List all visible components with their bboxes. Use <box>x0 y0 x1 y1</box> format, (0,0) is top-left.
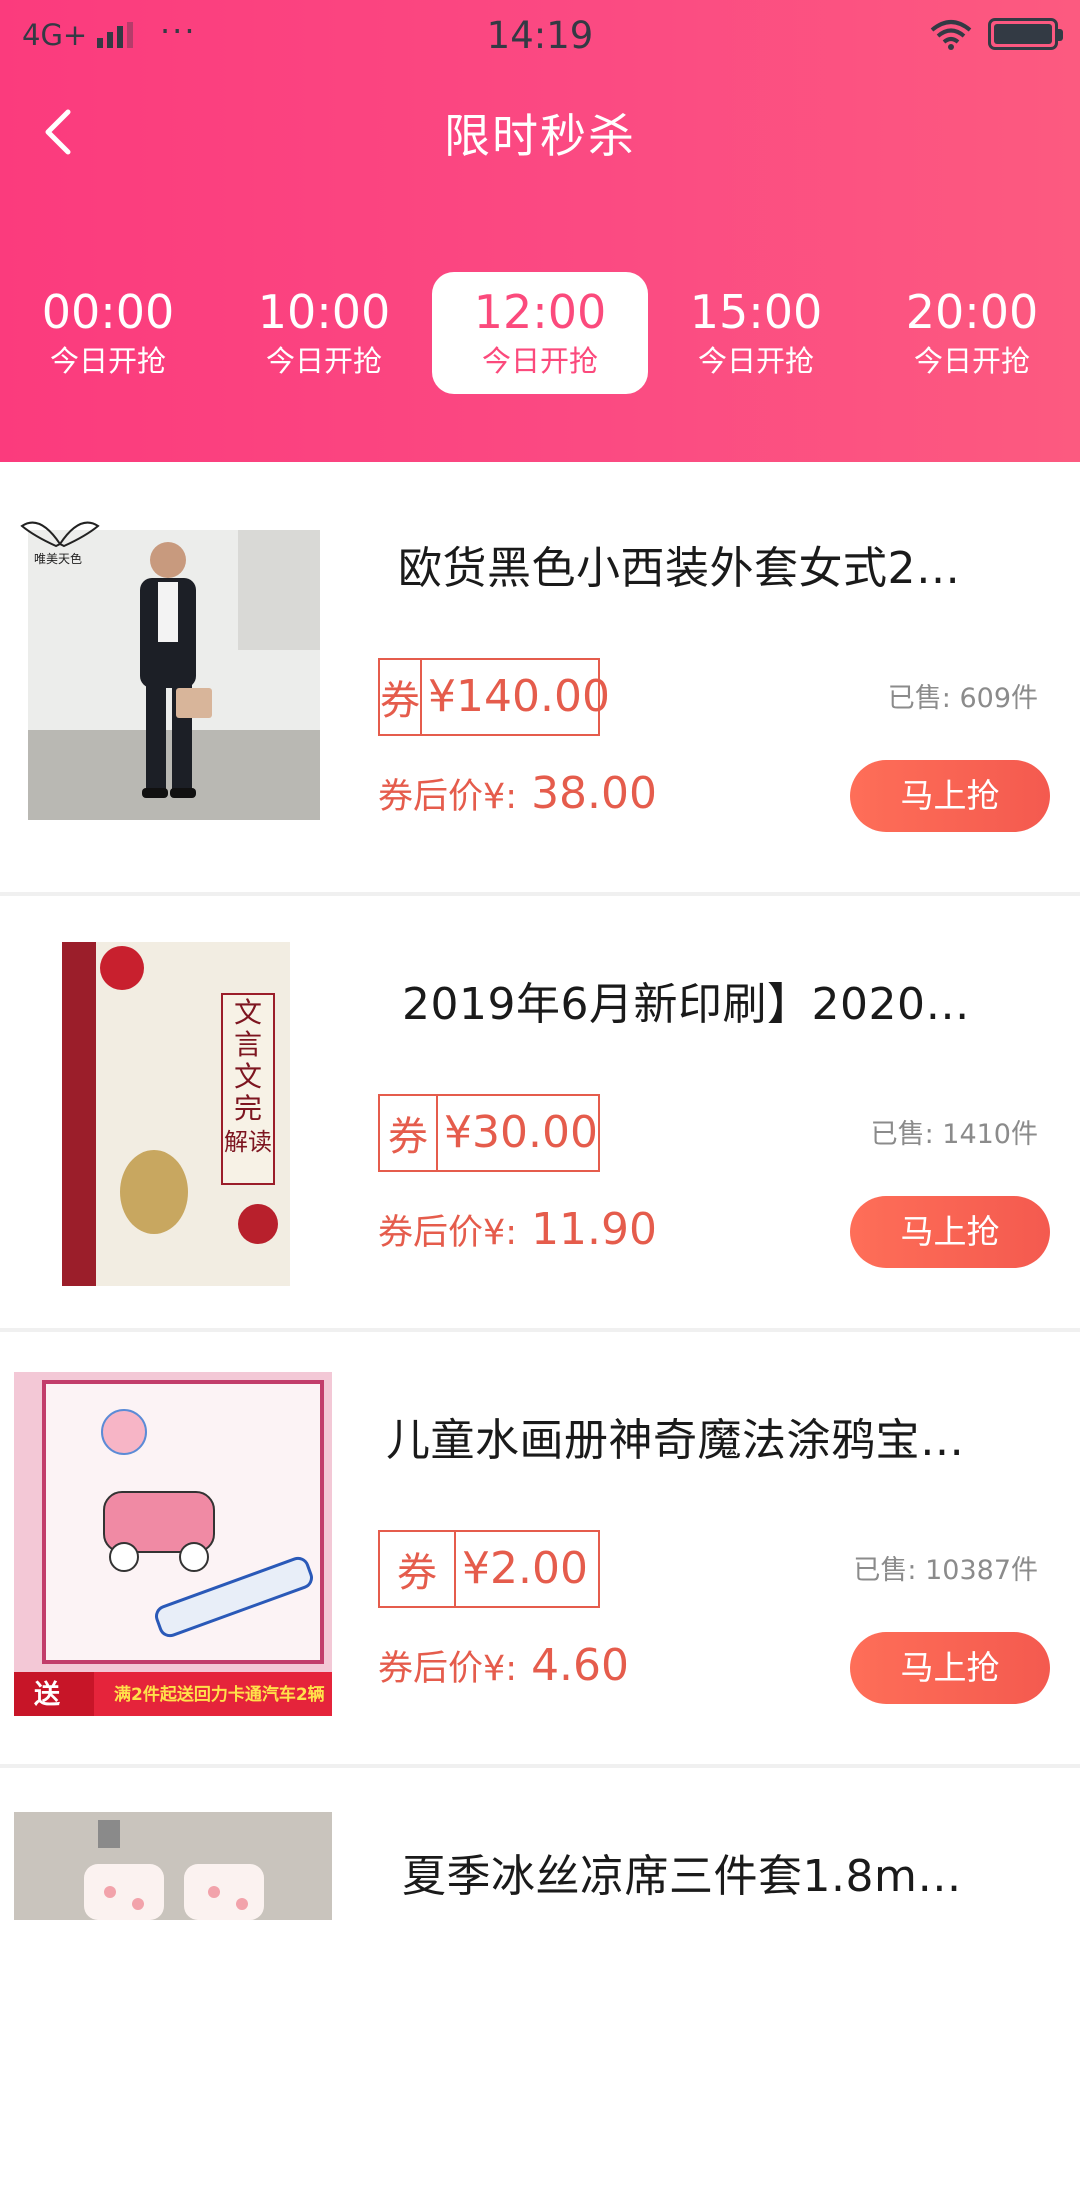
tab-slot-0000[interactable]: 00:00 今日开抢 <box>0 272 216 394</box>
product-item[interactable]: 送 满2件起送回力卡通汽车2辆 儿童水画册神奇魔法涂鸦宝… 券 ¥2.00 已售… <box>0 1334 1080 1768</box>
gift-badge: 送 <box>34 1680 61 1710</box>
wings-icon <box>20 521 100 548</box>
after-price-label: 券后价¥: <box>378 1213 518 1253</box>
svg-text:文: 文 <box>234 1060 262 1093</box>
sold-count: 已售: 1410件 <box>870 1119 1038 1150</box>
status-icons <box>930 18 1063 50</box>
time-slot-tabs: 00:00 今日开抢 10:00 今日开抢 12:00 今日开抢 15:00 今… <box>0 272 1080 394</box>
product-image[interactable] <box>14 1812 332 1920</box>
sold-count: 已售: 10387件 <box>853 1555 1038 1586</box>
after-price-value: 38.00 <box>531 768 658 819</box>
clock: 14:19 <box>486 14 594 57</box>
header: 4G+ ··· 14:19 限时秒杀 00:00 今日开抢 10:00 今日开抢… <box>0 0 1080 462</box>
gift-banner: 满2件起送回力卡通汽车2辆 <box>114 1685 325 1705</box>
buy-now-button[interactable]: 马上抢 <box>850 1632 1050 1704</box>
slot-status: 今日开抢 <box>481 344 598 378</box>
product-name[interactable]: 2019年6月新印刷】2020… <box>402 968 970 1032</box>
brand-text: 唯美天色 <box>34 552 83 566</box>
after-coupon-price: 券后价¥: 38.00 <box>378 768 657 819</box>
slot-time: 15:00 <box>689 285 823 339</box>
page-title: 限时秒杀 <box>444 109 636 163</box>
tab-slot-2000[interactable]: 20:00 今日开抢 <box>864 272 1080 394</box>
coupon-amount: ¥2.00 <box>462 1543 588 1594</box>
svg-text:解读: 解读 <box>224 1128 272 1156</box>
after-coupon-price: 券后价¥: 11.90 <box>378 1204 657 1255</box>
product-name[interactable]: 夏季冰丝凉席三件套1.8m… <box>402 1840 962 1904</box>
product-name[interactable]: 欧货黑色小西装外套女式2… <box>398 532 961 596</box>
after-price-label: 券后价¥: <box>378 1649 518 1689</box>
slot-time: 12:00 <box>473 285 607 339</box>
svg-text:完: 完 <box>234 1092 262 1125</box>
product-item[interactable]: 夏季冰丝凉席三件套1.8m… <box>0 1770 1080 2204</box>
tab-slot-1000[interactable]: 10:00 今日开抢 <box>216 272 432 394</box>
slot-time: 20:00 <box>905 285 1039 339</box>
wifi-icon <box>930 20 972 50</box>
coupon-amount: ¥140.00 <box>428 671 610 722</box>
bedding-photo <box>14 1812 332 1920</box>
product-image[interactable]: 送 满2件起送回力卡通汽车2辆 <box>14 1372 332 1716</box>
product-name[interactable]: 儿童水画册神奇魔法涂鸦宝… <box>386 1404 965 1468</box>
sold-count: 已售: 609件 <box>887 683 1038 714</box>
status-bar: 4G+ ··· 14:19 <box>0 0 1080 75</box>
coupon-amount: ¥30.00 <box>444 1107 598 1158</box>
slot-status: 今日开抢 <box>697 344 814 378</box>
product-item[interactable]: 唯美天色 欧货黑色小西装外套女式2… 券 ¥140.00 已售: 609件 券后… <box>0 462 1080 896</box>
water-drawing-book-photo <box>14 1372 332 1716</box>
coupon-badge: 券 ¥2.00 <box>378 1530 600 1608</box>
product-item[interactable]: 文 言 文 完 解读 2019年6月新印刷】2020… 券 ¥30.00 已售:… <box>0 898 1080 1332</box>
buy-now-button[interactable]: 马上抢 <box>850 1196 1050 1268</box>
book-cover-photo: 文 言 文 完 解读 <box>62 942 290 1286</box>
svg-text:文: 文 <box>234 996 262 1029</box>
tab-slot-1500[interactable]: 15:00 今日开抢 <box>648 272 864 394</box>
svg-text:言: 言 <box>234 1028 262 1061</box>
after-price-label: 券后价¥: <box>378 777 518 817</box>
after-price-value: 4.60 <box>531 1640 630 1691</box>
slot-status: 今日开抢 <box>265 344 382 378</box>
after-price-value: 11.90 <box>531 1204 658 1255</box>
buy-now-button[interactable]: 马上抢 <box>850 760 1050 832</box>
coupon-badge: 券 ¥30.00 <box>378 1094 600 1172</box>
slot-time: 10:00 <box>257 285 391 339</box>
slot-status: 今日开抢 <box>49 344 166 378</box>
slot-status: 今日开抢 <box>913 344 1030 378</box>
slot-time: 00:00 <box>41 285 175 339</box>
tab-slot-1200[interactable]: 12:00 今日开抢 <box>432 272 648 394</box>
battery-icon <box>988 18 1063 50</box>
brand-logo: 唯美天色 <box>20 514 100 574</box>
coupon-label: 券 <box>380 1532 456 1606</box>
coupon-label: 券 <box>380 660 422 734</box>
coupon-label: 券 <box>380 1096 439 1170</box>
after-coupon-price: 券后价¥: 4.60 <box>378 1640 629 1691</box>
product-image[interactable]: 文 言 文 完 解读 <box>62 942 290 1286</box>
coupon-badge: 券 ¥140.00 <box>378 658 610 736</box>
